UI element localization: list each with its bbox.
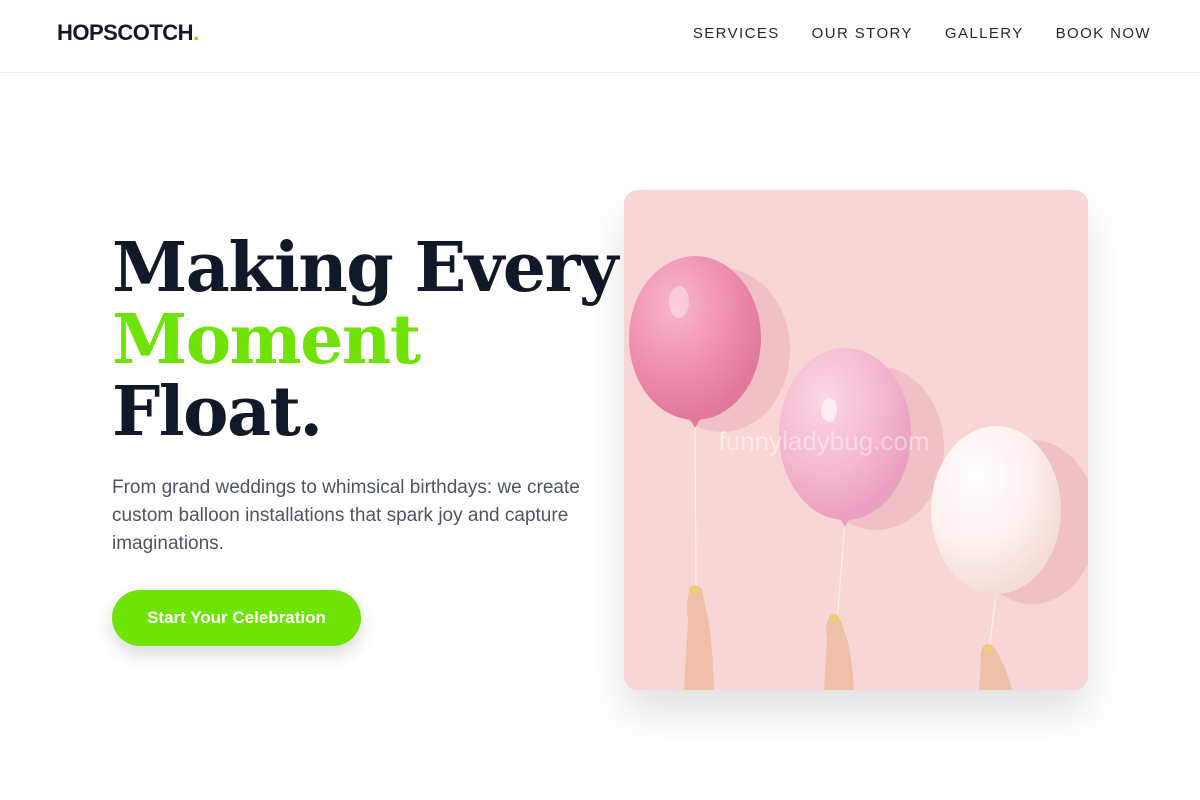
headline-line-1: Making Every xyxy=(112,228,618,308)
image-watermark: funnyladybug.com xyxy=(718,426,929,456)
start-celebration-button[interactable]: Start Your Celebration xyxy=(112,590,361,646)
headline-accent-word: Moment xyxy=(112,300,421,380)
brand-name: HOPSCOTCH xyxy=(57,20,194,45)
site-header: HOPSCOTCH. SERVICES OUR STORY GALLERY BO… xyxy=(0,0,1200,73)
nav-our-story[interactable]: OUR STORY xyxy=(812,25,913,42)
nav-gallery[interactable]: GALLERY xyxy=(945,25,1024,42)
nav-services[interactable]: SERVICES xyxy=(693,25,780,42)
brand-dot: . xyxy=(193,20,199,45)
headline-line-3: Float. xyxy=(112,372,323,452)
nav-book-now[interactable]: BOOK NOW xyxy=(1056,25,1151,42)
hero-description: From grand weddings to whimsical birthda… xyxy=(112,477,580,554)
main-nav: SERVICES OUR STORY GALLERY BOOK NOW xyxy=(693,25,1151,42)
white-balloon xyxy=(931,426,1061,594)
balloons-illustration: funnyladybug.com xyxy=(624,190,1088,690)
hero-balloons-image: funnyladybug.com xyxy=(624,190,1088,690)
hero-headline: Making Every Moment Float. xyxy=(112,232,618,448)
pink-balloon xyxy=(629,256,761,420)
brand-logo[interactable]: HOPSCOTCH. xyxy=(57,20,199,46)
